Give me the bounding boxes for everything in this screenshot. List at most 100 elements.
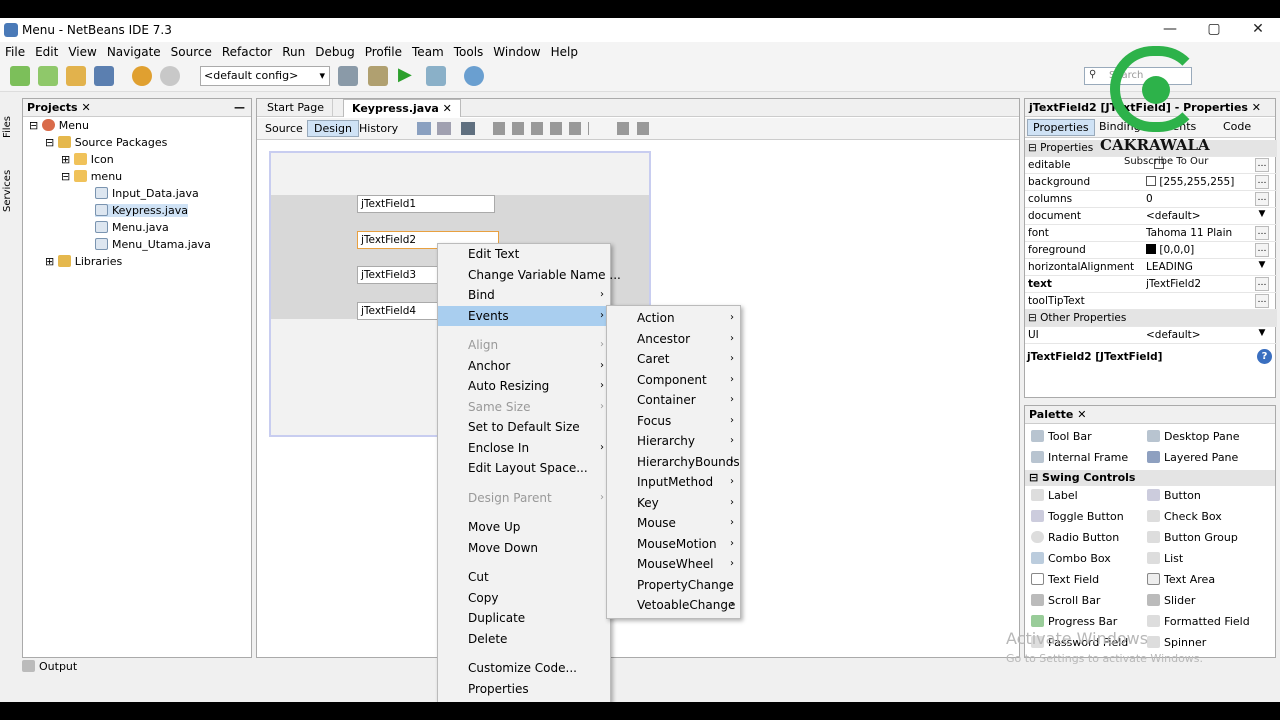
menu-item-bind[interactable]: Bind ›: [438, 285, 610, 306]
palette-item[interactable]: List: [1147, 552, 1183, 565]
palette-title[interactable]: Palette ✕: [1025, 406, 1275, 424]
event-property-change[interactable]: PropertyChange ›: [607, 575, 740, 596]
debug-icon[interactable]: [426, 66, 446, 86]
prop-row[interactable]: UI <default> ▼: [1025, 327, 1277, 344]
run-icon[interactable]: ▶: [398, 66, 418, 86]
event-container[interactable]: Container ›: [607, 390, 740, 411]
section-other-properties[interactable]: ⊟ Other Properties: [1025, 310, 1277, 327]
tree-node-menu-package[interactable]: ⊟ menu: [61, 170, 122, 183]
palette-item[interactable]: Tool Bar: [1031, 430, 1092, 443]
prop-row[interactable]: document <default> ▼: [1025, 208, 1277, 225]
menu-item-design-parent[interactable]: Design Parent ›: [438, 488, 610, 509]
menu-view[interactable]: View: [63, 45, 101, 59]
menu-help[interactable]: Help: [546, 45, 583, 59]
prop-row[interactable]: toolTipText…: [1025, 293, 1277, 310]
undo-icon[interactable]: [132, 66, 152, 86]
event-focus[interactable]: Focus ›: [607, 411, 740, 432]
services-side-tab[interactable]: Services: [2, 168, 16, 212]
event-caret[interactable]: Caret ›: [607, 349, 740, 370]
tree-node-project[interactable]: ⊟ Menu: [29, 119, 89, 132]
menu-file[interactable]: File: [0, 45, 30, 59]
event-ancestor[interactable]: Ancestor ›: [607, 329, 740, 350]
event-key[interactable]: Key ›: [607, 493, 740, 514]
open-project-icon[interactable]: [66, 66, 86, 86]
tree-node-file[interactable]: Menu_Utama.java: [95, 238, 211, 251]
close-button[interactable]: ✕: [1236, 18, 1280, 42]
menu-item-change-variable[interactable]: Change Variable Name ...: [438, 265, 621, 286]
prop-row[interactable]: columns 0…: [1025, 191, 1277, 208]
event-mouse[interactable]: Mouse ›: [607, 513, 740, 534]
menu-item-align[interactable]: Align ›: [438, 335, 610, 356]
properties-tab[interactable]: Properties: [1027, 119, 1095, 136]
menu-item-cut[interactable]: Cut: [438, 567, 610, 588]
menu-profile[interactable]: Profile: [360, 45, 407, 59]
prop-row[interactable]: horizontalAlignment LEADING ▼: [1025, 259, 1277, 276]
minimize-button[interactable]: —: [1148, 18, 1192, 42]
selection-mode-icon[interactable]: [417, 122, 431, 135]
close-tab-icon[interactable]: ✕: [81, 101, 90, 114]
code-tab[interactable]: Code: [1223, 120, 1251, 133]
maximize-button[interactable]: ▢: [1192, 18, 1236, 42]
menu-team[interactable]: Team: [407, 45, 449, 59]
history-view-tab[interactable]: History: [355, 121, 402, 136]
menu-source[interactable]: Source: [166, 45, 217, 59]
profile-icon[interactable]: [464, 66, 484, 86]
menu-refactor[interactable]: Refactor: [217, 45, 277, 59]
config-select[interactable]: <default config> ▾: [200, 66, 330, 86]
palette-item[interactable]: Spinner: [1147, 636, 1206, 649]
prop-row[interactable]: font Tahoma 11 Plain…: [1025, 225, 1277, 242]
prop-row[interactable]: text jTextField2…: [1025, 276, 1277, 293]
tree-node-source-packages[interactable]: ⊟ Source Packages: [45, 136, 167, 149]
tree-node-file[interactable]: Menu.java: [95, 221, 169, 234]
save-all-icon[interactable]: [94, 66, 114, 86]
event-mouse-motion[interactable]: MouseMotion ›: [607, 534, 740, 555]
palette-item[interactable]: Slider: [1147, 594, 1195, 607]
menu-window[interactable]: Window: [488, 45, 545, 59]
help-icon[interactable]: ?: [1257, 349, 1272, 364]
menu-item-edit-text[interactable]: Edit Text: [438, 244, 610, 265]
menu-item-duplicate[interactable]: Duplicate: [438, 608, 610, 629]
tree-node-icon-package[interactable]: ⊞ Icon: [61, 153, 114, 166]
event-vetoable-change[interactable]: VetoableChange ›: [607, 595, 740, 616]
menu-item-same-size[interactable]: Same Size ›: [438, 397, 610, 418]
event-input-method[interactable]: InputMethod ›: [607, 472, 740, 493]
palette-item[interactable]: Progress Bar: [1031, 615, 1117, 628]
prop-row[interactable]: foreground [0,0,0]…: [1025, 242, 1277, 259]
text-field-1[interactable]: jTextField1: [357, 195, 495, 213]
palette-item[interactable]: Button: [1147, 489, 1201, 502]
tree-node-libraries[interactable]: ⊞ Libraries: [45, 255, 122, 268]
menu-item-edit-layout-space[interactable]: Edit Layout Space...: [438, 458, 610, 479]
menu-item-default-size[interactable]: Set to Default Size: [438, 417, 610, 438]
build-icon[interactable]: [338, 66, 358, 86]
menu-run[interactable]: Run: [277, 45, 310, 59]
menu-item-events[interactable]: Events ›: [438, 305, 610, 326]
palette-item[interactable]: Internal Frame: [1031, 451, 1128, 464]
menu-navigate[interactable]: Navigate: [102, 45, 166, 59]
menu-item-copy[interactable]: Copy: [438, 588, 610, 609]
palette-item[interactable]: Text Field: [1031, 573, 1099, 586]
text-field-4[interactable]: jTextField4: [357, 302, 439, 320]
clean-build-icon[interactable]: [368, 66, 388, 86]
menu-item-auto-resizing[interactable]: Auto Resizing ›: [438, 376, 610, 397]
new-file-icon[interactable]: [10, 66, 30, 86]
tree-node-file[interactable]: Input_Data.java: [95, 187, 199, 200]
event-component[interactable]: Component ›: [607, 370, 740, 391]
menu-item-anchor[interactable]: Anchor ›: [438, 356, 610, 377]
palette-item[interactable]: Layered Pane: [1147, 451, 1238, 464]
menu-tools[interactable]: Tools: [449, 45, 489, 59]
menu-item-properties[interactable]: Properties: [438, 679, 610, 700]
menu-item-move-up[interactable]: Move Up: [438, 517, 610, 538]
palette-item[interactable]: Toggle Button: [1031, 510, 1124, 523]
palette-item[interactable]: Desktop Pane: [1147, 430, 1239, 443]
projects-tab[interactable]: Projects ✕ —: [23, 99, 251, 117]
event-hierarchy[interactable]: Hierarchy ›: [607, 431, 740, 452]
menu-item-delete[interactable]: Delete: [438, 629, 610, 650]
menu-item-enclose-in[interactable]: Enclose In ›: [438, 438, 610, 459]
event-mouse-wheel[interactable]: MouseWheel ›: [607, 554, 740, 575]
output-tab[interactable]: Output: [22, 660, 77, 673]
palette-item[interactable]: Formatted Field: [1147, 615, 1250, 628]
menu-edit[interactable]: Edit: [30, 45, 63, 59]
tab-start-page[interactable]: Start Page: [259, 99, 333, 117]
palette-item[interactable]: Combo Box: [1031, 552, 1111, 565]
text-field-3[interactable]: jTextField3: [357, 266, 439, 284]
